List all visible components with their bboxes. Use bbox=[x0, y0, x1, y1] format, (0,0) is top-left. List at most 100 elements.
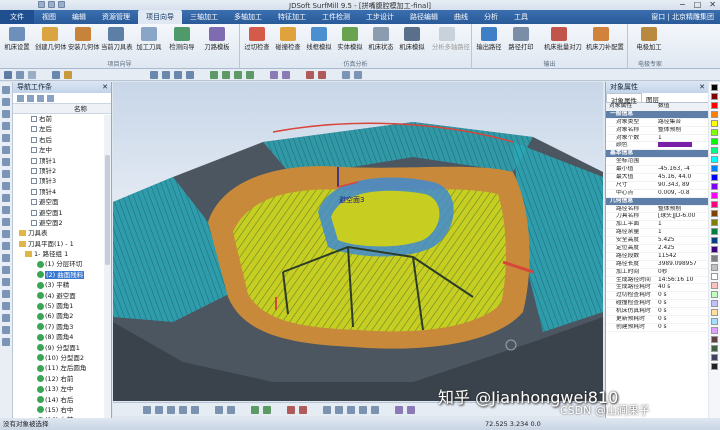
mirror-icon[interactable] bbox=[2, 182, 10, 190]
tree-item[interactable]: (12) 右前 bbox=[13, 374, 111, 384]
grid-icon[interactable] bbox=[342, 71, 350, 79]
menu-path-edit[interactable]: 路径编辑 bbox=[402, 10, 446, 24]
tree-item[interactable]: (1) 分层环切 bbox=[13, 259, 111, 269]
wire-icon[interactable] bbox=[227, 406, 235, 414]
shade-icon[interactable] bbox=[64, 71, 72, 79]
project-icon[interactable] bbox=[2, 314, 10, 322]
color-swatch[interactable] bbox=[658, 142, 692, 148]
checkbox-icon[interactable] bbox=[31, 147, 37, 154]
tree-item[interactable]: (10) 分型面2 bbox=[13, 353, 111, 363]
menu-file[interactable]: 文件 bbox=[0, 10, 34, 24]
palette-swatch[interactable] bbox=[711, 300, 718, 307]
palette-swatch[interactable] bbox=[711, 111, 718, 118]
tree-item[interactable]: (7) 圆角3 bbox=[13, 322, 111, 332]
checkbox-icon[interactable] bbox=[31, 126, 37, 133]
tree-item[interactable]: 顶针4 bbox=[13, 187, 111, 197]
palette-swatch[interactable] bbox=[711, 264, 718, 271]
rect-icon[interactable] bbox=[2, 122, 10, 130]
zoom-icon[interactable] bbox=[222, 71, 230, 79]
palette-swatch[interactable] bbox=[711, 273, 718, 280]
tree-item[interactable]: 刀具表 bbox=[13, 228, 111, 238]
move-icon[interactable] bbox=[2, 194, 10, 202]
multiaxis-analysis-button[interactable]: 分析多轴路径 bbox=[432, 27, 470, 51]
hide-icon[interactable] bbox=[2, 338, 10, 346]
tree-item[interactable]: 右前 bbox=[13, 114, 111, 124]
menu-step-design[interactable]: 工步设计 bbox=[358, 10, 402, 24]
menu-edit[interactable]: 编辑 bbox=[64, 10, 94, 24]
view-icon[interactable] bbox=[155, 406, 163, 414]
hide-icon[interactable] bbox=[263, 406, 271, 414]
snap-icon[interactable] bbox=[354, 71, 362, 79]
create-geometry-button[interactable]: 创建几何体 bbox=[35, 27, 66, 51]
palette-swatch[interactable] bbox=[711, 228, 718, 235]
scroll-thumb[interactable] bbox=[105, 155, 110, 265]
menu-tools[interactable]: 工具 bbox=[506, 10, 536, 24]
checkbox-icon[interactable] bbox=[31, 136, 37, 143]
spline-icon[interactable] bbox=[2, 134, 10, 142]
dim-icon[interactable] bbox=[2, 242, 10, 250]
break-icon[interactable] bbox=[2, 302, 10, 310]
tree-item[interactable]: (9) 分型面1 bbox=[13, 343, 111, 353]
layer-icon[interactable] bbox=[28, 71, 36, 79]
trim-icon[interactable] bbox=[2, 158, 10, 166]
lock-icon[interactable] bbox=[287, 406, 295, 414]
view-side-icon[interactable] bbox=[174, 71, 182, 79]
tab-layers[interactable]: 图层 bbox=[642, 93, 663, 104]
tree-item[interactable]: 左后 bbox=[13, 124, 111, 134]
join-icon[interactable] bbox=[2, 290, 10, 298]
circle-icon[interactable] bbox=[2, 110, 10, 118]
unlock-icon[interactable] bbox=[299, 406, 307, 414]
wireframe-sim-button[interactable]: 线框模拟 bbox=[304, 27, 334, 51]
tool-comp-config-button[interactable]: 机床刀补配置 bbox=[586, 27, 624, 51]
palette-swatch[interactable] bbox=[711, 102, 718, 109]
property-section[interactable]: 几何信息 bbox=[606, 197, 708, 206]
checkbox-icon[interactable] bbox=[31, 116, 37, 122]
track-icon[interactable] bbox=[371, 406, 379, 414]
3d-viewport[interactable]: 避空面3 bbox=[113, 82, 603, 401]
checkbox-icon[interactable] bbox=[31, 188, 37, 195]
polar-icon[interactable] bbox=[359, 406, 367, 414]
install-geometry-button[interactable]: 安装几何体 bbox=[68, 27, 99, 51]
tree-scrollbar[interactable] bbox=[104, 115, 111, 418]
current-tool-table-button[interactable]: 当前刀具表 bbox=[101, 27, 132, 51]
menu-view[interactable]: 视图 bbox=[34, 10, 64, 24]
palette-swatch[interactable] bbox=[711, 84, 718, 91]
tree-item[interactable]: 顶针1 bbox=[13, 156, 111, 166]
output-path-button[interactable]: 输出路径 bbox=[474, 27, 504, 51]
tree-item[interactable]: 避空面1 bbox=[13, 208, 111, 218]
palette-swatch[interactable] bbox=[711, 246, 718, 253]
offset-icon[interactable] bbox=[2, 170, 10, 178]
tab-object-properties[interactable]: 对象属性 bbox=[606, 93, 642, 105]
palette-swatch[interactable] bbox=[711, 327, 718, 334]
close-icon[interactable]: ✕ bbox=[102, 82, 108, 93]
shade-icon[interactable] bbox=[215, 406, 223, 414]
array-icon[interactable] bbox=[2, 206, 10, 214]
menu-curve[interactable]: 曲线 bbox=[446, 10, 476, 24]
path-template-button[interactable]: 刀路模板 bbox=[202, 27, 232, 51]
tree-item[interactable]: (3) 平精 bbox=[13, 280, 111, 290]
menu-multiaxis[interactable]: 多轴加工 bbox=[226, 10, 270, 24]
palette-swatch[interactable] bbox=[711, 318, 718, 325]
overcut-check-button[interactable]: 过切检查 bbox=[242, 27, 272, 51]
menu-inspection[interactable]: 工件检测 bbox=[314, 10, 358, 24]
view-front-icon[interactable] bbox=[150, 71, 158, 79]
palette-swatch[interactable] bbox=[711, 156, 718, 163]
checkbox-icon[interactable] bbox=[31, 167, 37, 174]
solid-sim-button[interactable]: 实体模拟 bbox=[335, 27, 365, 51]
machine-sim-button[interactable]: 机床模拟 bbox=[397, 27, 427, 51]
checkbox-icon[interactable] bbox=[31, 209, 37, 216]
view-icon[interactable] bbox=[167, 406, 175, 414]
collision-check-button[interactable]: 碰撞检查 bbox=[273, 27, 303, 51]
palette-swatch[interactable] bbox=[711, 345, 718, 352]
line-icon[interactable] bbox=[2, 86, 10, 94]
fit-view-icon[interactable] bbox=[210, 71, 218, 79]
inspection-wizard-button[interactable]: 检测向导 bbox=[167, 27, 197, 51]
palette-swatch[interactable] bbox=[711, 138, 718, 145]
section-icon[interactable] bbox=[318, 71, 326, 79]
wire-icon[interactable] bbox=[282, 71, 290, 79]
tree-item[interactable]: 右后 bbox=[13, 135, 111, 145]
minimize-button[interactable]: − bbox=[679, 0, 686, 9]
palette-swatch[interactable] bbox=[711, 201, 718, 208]
checkbox-icon[interactable] bbox=[31, 157, 37, 164]
collapse-icon[interactable] bbox=[27, 95, 34, 102]
